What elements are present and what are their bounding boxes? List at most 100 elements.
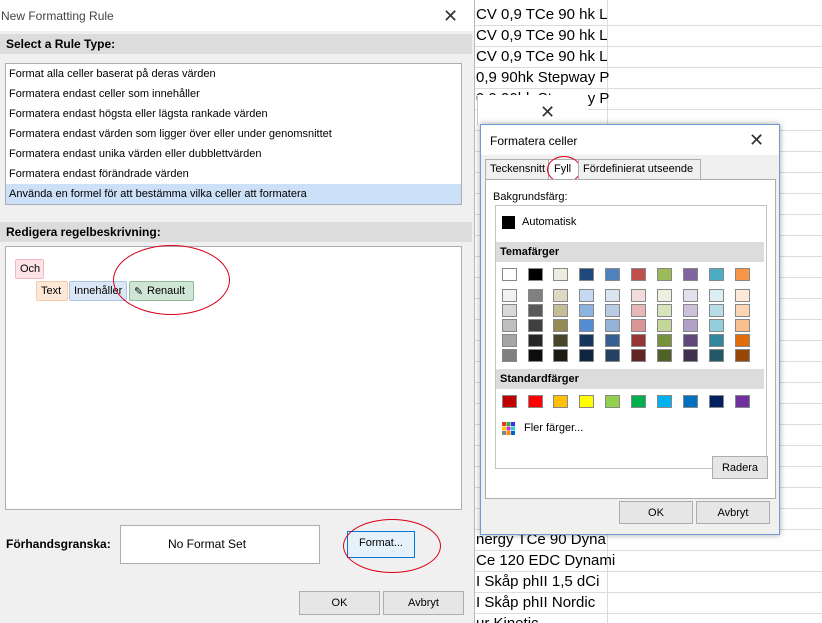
theme-color-swatch[interactable]: [657, 289, 672, 302]
theme-color-swatch[interactable]: [657, 268, 672, 281]
more-colors-icon[interactable]: [502, 422, 515, 435]
sheet-cell[interactable]: I Skåp phII Nordic: [476, 594, 595, 611]
theme-color-swatch[interactable]: [709, 268, 724, 281]
sheet-cell[interactable]: I Skåp phII 1,5 dCi: [476, 573, 599, 590]
standard-color-swatch[interactable]: [553, 395, 568, 408]
theme-color-swatch[interactable]: [579, 289, 594, 302]
standard-color-swatch[interactable]: [502, 395, 517, 408]
theme-color-swatch[interactable]: [502, 304, 517, 317]
theme-color-swatch[interactable]: [735, 304, 750, 317]
theme-color-swatch[interactable]: [709, 304, 724, 317]
rule-type-item[interactable]: Formatera endast celler som innehåller: [6, 84, 461, 104]
theme-color-swatch[interactable]: [502, 289, 517, 302]
theme-color-swatch[interactable]: [683, 304, 698, 317]
theme-color-swatch[interactable]: [528, 268, 543, 281]
theme-color-swatch[interactable]: [579, 334, 594, 347]
rule-type-item[interactable]: Formatera endast förändrade värden: [6, 164, 461, 184]
theme-color-swatch[interactable]: [631, 334, 646, 347]
theme-color-swatch[interactable]: [735, 289, 750, 302]
theme-color-swatch[interactable]: [683, 268, 698, 281]
ok-button[interactable]: OK: [619, 501, 693, 524]
standard-color-swatch[interactable]: [735, 395, 750, 408]
theme-color-swatch[interactable]: [631, 349, 646, 362]
theme-color-swatch[interactable]: [657, 349, 672, 362]
rule-type-item[interactable]: Format alla celler baserat på deras värd…: [6, 64, 461, 84]
theme-color-swatch[interactable]: [528, 334, 543, 347]
theme-color-swatch[interactable]: [657, 334, 672, 347]
theme-color-swatch[interactable]: [735, 334, 750, 347]
theme-color-swatch[interactable]: [528, 289, 543, 302]
chip-och[interactable]: Och: [15, 259, 44, 279]
theme-color-swatch[interactable]: [709, 319, 724, 332]
standard-color-swatch[interactable]: [605, 395, 620, 408]
theme-color-swatch[interactable]: [709, 289, 724, 302]
close-icon[interactable]: ✕: [443, 7, 458, 25]
theme-color-swatch[interactable]: [709, 349, 724, 362]
standard-color-swatch[interactable]: [683, 395, 698, 408]
theme-color-swatch[interactable]: [735, 319, 750, 332]
theme-color-swatch[interactable]: [553, 349, 568, 362]
rule-type-item[interactable]: Formatera endast värden som ligger över …: [6, 124, 461, 144]
theme-color-swatch[interactable]: [683, 289, 698, 302]
standard-color-swatch[interactable]: [579, 395, 594, 408]
theme-color-swatch[interactable]: [631, 268, 646, 281]
theme-color-swatch[interactable]: [502, 349, 517, 362]
cancel-button[interactable]: Avbryt: [696, 501, 770, 524]
theme-color-swatch[interactable]: [631, 319, 646, 332]
theme-color-swatch[interactable]: [502, 319, 517, 332]
theme-color-swatch[interactable]: [528, 304, 543, 317]
theme-color-swatch[interactable]: [579, 304, 594, 317]
theme-color-swatch[interactable]: [605, 268, 620, 281]
sheet-cell[interactable]: CV 0,9 TCe 90 hk L: [476, 6, 607, 23]
clear-button[interactable]: Radera: [712, 456, 768, 479]
theme-color-swatch[interactable]: [553, 289, 568, 302]
automatic-color-swatch[interactable]: [502, 216, 515, 229]
rule-type-item[interactable]: Formatera endast unika värden eller dubb…: [6, 144, 461, 164]
rule-type-item[interactable]: Använda en formel för att bestämma vilka…: [6, 184, 461, 204]
theme-color-swatch[interactable]: [553, 304, 568, 317]
more-colors-label[interactable]: Fler färger...: [524, 422, 583, 434]
theme-color-swatch[interactable]: [605, 334, 620, 347]
automatic-label[interactable]: Automatisk: [522, 216, 576, 228]
theme-color-swatch[interactable]: [579, 268, 594, 281]
close-icon[interactable]: ✕: [540, 103, 555, 121]
sheet-cell[interactable]: Ce 120 EDC Dynami: [476, 552, 615, 569]
theme-color-swatch[interactable]: [528, 319, 543, 332]
theme-color-swatch[interactable]: [683, 334, 698, 347]
chip-text[interactable]: Text: [36, 281, 68, 301]
ok-button[interactable]: OK: [299, 591, 380, 615]
theme-color-swatch[interactable]: [631, 304, 646, 317]
sheet-cell[interactable]: CV 0,9 TCe 90 hk L: [476, 27, 607, 44]
tab-predefined[interactable]: Fördefinierat utseende: [578, 159, 701, 181]
cancel-button[interactable]: Avbryt: [383, 591, 464, 615]
theme-color-swatch[interactable]: [735, 268, 750, 281]
theme-color-swatch[interactable]: [657, 319, 672, 332]
theme-color-swatch[interactable]: [579, 349, 594, 362]
theme-color-swatch[interactable]: [683, 319, 698, 332]
close-icon[interactable]: ✕: [749, 131, 764, 149]
theme-color-swatch[interactable]: [553, 334, 568, 347]
standard-color-swatch[interactable]: [528, 395, 543, 408]
theme-color-swatch[interactable]: [553, 268, 568, 281]
theme-color-swatch[interactable]: [709, 334, 724, 347]
theme-color-swatch[interactable]: [605, 304, 620, 317]
theme-color-swatch[interactable]: [657, 304, 672, 317]
theme-color-swatch[interactable]: [502, 334, 517, 347]
theme-color-swatch[interactable]: [579, 319, 594, 332]
theme-color-swatch[interactable]: [528, 349, 543, 362]
theme-color-swatch[interactable]: [631, 289, 646, 302]
tab-font[interactable]: Teckensnitt: [485, 159, 550, 181]
theme-color-swatch[interactable]: [735, 349, 750, 362]
theme-color-swatch[interactable]: [605, 289, 620, 302]
sheet-cell[interactable]: ur Kinetic: [476, 615, 539, 623]
theme-color-swatch[interactable]: [502, 268, 517, 281]
standard-color-swatch[interactable]: [709, 395, 724, 408]
theme-color-swatch[interactable]: [683, 349, 698, 362]
theme-color-swatch[interactable]: [605, 319, 620, 332]
standard-color-swatch[interactable]: [657, 395, 672, 408]
standard-color-swatch[interactable]: [631, 395, 646, 408]
sheet-cell[interactable]: CV 0,9 TCe 90 hk L: [476, 48, 607, 65]
sheet-cell[interactable]: 0,9 90hk Stepway P: [476, 69, 609, 86]
rule-type-item[interactable]: Formatera endast högsta eller lägsta ran…: [6, 104, 461, 124]
theme-color-swatch[interactable]: [553, 319, 568, 332]
